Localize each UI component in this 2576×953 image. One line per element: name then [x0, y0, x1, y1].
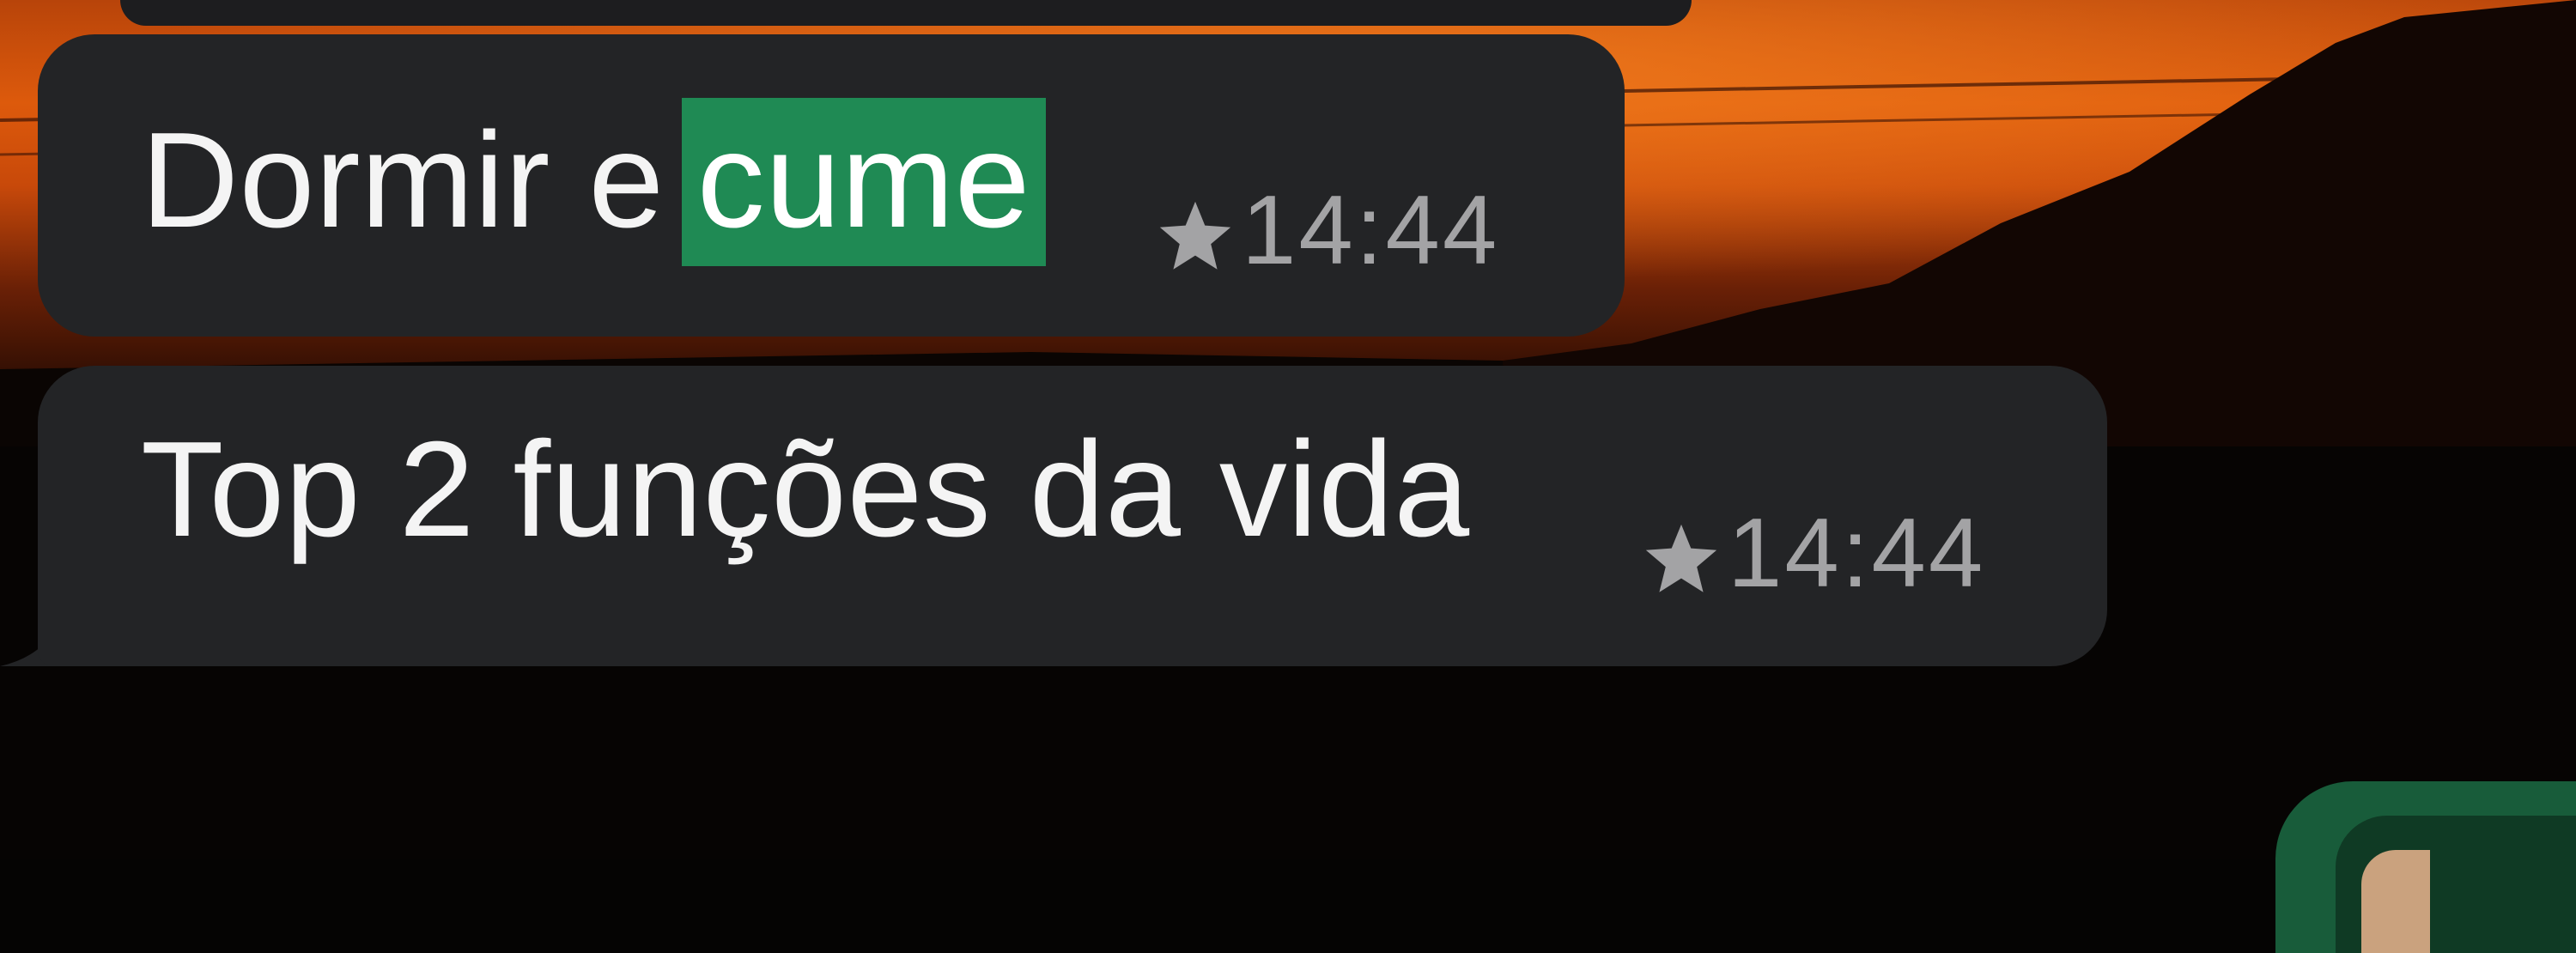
- message-meta: 14:44: [1151, 180, 1499, 282]
- message-text-plain: Dormir e: [141, 105, 665, 256]
- message-bubble[interactable]: Top 2 funções da vida 14:44: [38, 366, 2107, 666]
- message-timestamp: 14:44: [1242, 176, 1500, 285]
- star-icon: [1159, 201, 1231, 270]
- message-text: Top 2 funções da vida: [141, 414, 1470, 565]
- media-thumbnail: [2361, 850, 2430, 953]
- message-text: Dormir e cume: [141, 98, 1047, 266]
- previous-message-bubble-edge: [120, 0, 1692, 26]
- message-timestamp: 14:44: [1728, 499, 1986, 608]
- star-icon: [1645, 524, 1717, 592]
- quoted-media-preview: [2336, 816, 2576, 953]
- outgoing-message-bubble-partial[interactable]: [2275, 781, 2576, 953]
- message-meta: 14:44: [1637, 503, 1985, 604]
- message-bubble[interactable]: Dormir e cume 14:44: [38, 34, 1625, 337]
- search-match-highlight: cume: [681, 98, 1047, 266]
